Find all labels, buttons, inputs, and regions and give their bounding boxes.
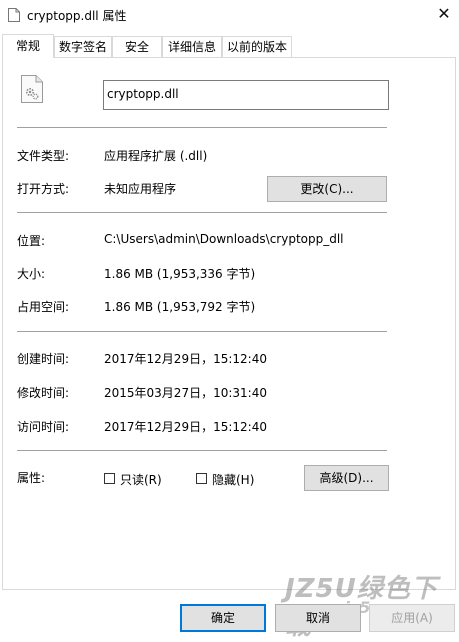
ok-button[interactable]: 确定	[180, 604, 266, 632]
hidden-label[interactable]: 隐藏(H)	[212, 471, 254, 488]
separator	[17, 127, 387, 128]
readonly-label[interactable]: 只读(R)	[120, 471, 162, 488]
separator	[17, 212, 387, 213]
file-type-value: 应用程序扩展 (.dll)	[104, 149, 208, 163]
tab-details[interactable]: 详细信息	[162, 36, 222, 57]
hidden-checkbox[interactable]	[196, 473, 207, 484]
location-value: C:\Users\admin\Downloads\cryptopp_dll	[104, 232, 344, 246]
size-on-disk-value: 1.86 MB (1,953,792 字节)	[104, 300, 256, 314]
tab-security[interactable]: 安全	[112, 36, 162, 57]
size-label: 大小:	[17, 267, 46, 281]
separator	[17, 331, 387, 332]
general-panel	[2, 57, 456, 590]
close-icon: ✕	[437, 3, 451, 23]
close-button[interactable]: ✕	[429, 0, 459, 26]
tab-previous-versions[interactable]: 以前的版本	[222, 36, 292, 57]
modified-label: 修改时间:	[17, 386, 70, 400]
modified-value: 2015年03月27日，10:31:40	[104, 386, 267, 400]
tab-digital-signatures[interactable]: 数字签名	[54, 36, 112, 57]
change-button[interactable]: 更改(C)...	[267, 176, 387, 202]
file-type-label: 文件类型:	[17, 149, 70, 163]
cancel-button[interactable]: 取消	[275, 604, 361, 632]
attributes-label: 属性:	[17, 471, 46, 485]
file-icon	[8, 8, 20, 22]
title-bar: cryptopp.dll 属性 ✕	[0, 0, 459, 30]
accessed-label: 访问时间:	[17, 420, 70, 434]
tab-general[interactable]: 常规	[2, 34, 54, 58]
created-label: 创建时间:	[17, 352, 70, 366]
accessed-value: 2017年12月29日，15:12:40	[104, 420, 267, 434]
window-title: cryptopp.dll 属性	[27, 9, 127, 23]
file-name-input[interactable]: cryptopp.dll	[103, 80, 389, 110]
apply-button[interactable]: 应用(A)	[369, 604, 455, 632]
open-with-value: 未知应用程序	[104, 182, 177, 196]
readonly-checkbox[interactable]	[104, 473, 115, 484]
open-with-label: 打开方式:	[17, 182, 70, 196]
separator	[17, 450, 387, 451]
size-value: 1.86 MB (1,953,336 字节)	[104, 267, 256, 281]
advanced-button[interactable]: 高级(D)...	[304, 465, 389, 491]
dll-file-icon	[21, 75, 43, 103]
created-value: 2017年12月29日，15:12:40	[104, 352, 267, 366]
size-on-disk-label: 占用空间:	[17, 300, 70, 314]
location-label: 位置:	[17, 234, 46, 248]
